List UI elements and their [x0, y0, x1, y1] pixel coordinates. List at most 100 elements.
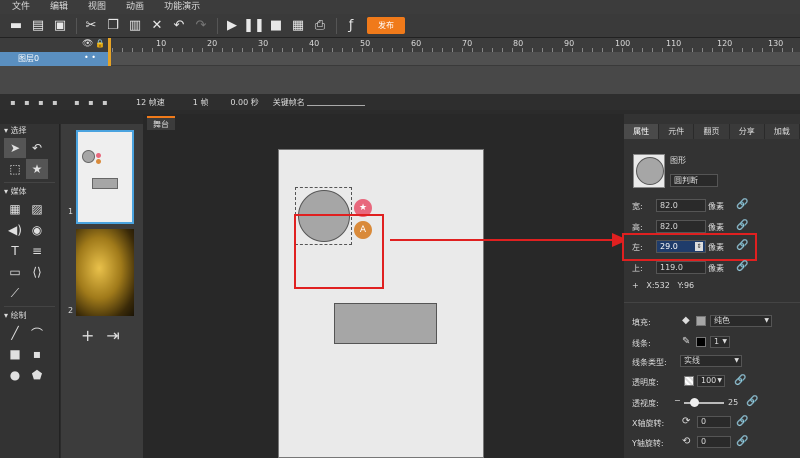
rect-tool-icon[interactable]: ■ [4, 344, 26, 364]
video-icon[interactable]: ◉ [26, 220, 48, 240]
paste-icon[interactable]: ▥ [125, 16, 145, 36]
audio-icon[interactable]: ◀) [4, 220, 26, 240]
stage-canvas[interactable]: ★ A [278, 149, 484, 458]
tab-properties[interactable]: 属性 [624, 124, 660, 139]
cut-icon[interactable]: ✂ [81, 16, 101, 36]
tab-symbols[interactable]: 元件 [659, 124, 695, 139]
pointer-tool-icon[interactable]: ➤ [4, 138, 26, 158]
tab-page-turn[interactable]: 翻页 [694, 124, 730, 139]
add-page-icon[interactable]: + [81, 326, 94, 345]
insert-frame-icon[interactable]: ▪ [70, 98, 84, 107]
delete-icon[interactable]: ✕ [147, 16, 167, 36]
preview-icon[interactable]: ▦ [288, 16, 308, 36]
menu-edit[interactable]: 编辑 [38, 0, 76, 14]
save-icon[interactable]: ▣ [50, 16, 70, 36]
frames-strip[interactable] [111, 52, 800, 66]
stroke-color-swatch[interactable] [696, 337, 706, 347]
clear-frame-icon[interactable]: ▪ [98, 98, 112, 107]
fill-type-select[interactable]: 纯色 ▼ [710, 315, 772, 327]
insert-keyframe-icon[interactable]: ▪ [84, 98, 98, 107]
page-thumbnail-2[interactable] [76, 229, 134, 316]
publish-button[interactable]: 发布 [367, 17, 405, 34]
layer-visibility-icon[interactable]: • • [84, 53, 96, 62]
width-input[interactable]: 82.0 [656, 199, 706, 212]
new-folder-icon[interactable]: ▪ [20, 98, 34, 107]
tab-stage[interactable]: 舞台 [147, 116, 175, 130]
circle-tool-icon[interactable]: ● [4, 365, 26, 385]
eye-icon[interactable]: 👁 [82, 39, 93, 49]
stroke-type-select[interactable]: 实线 ▼ [680, 355, 742, 367]
lock-icon[interactable]: 🔒 [95, 39, 105, 48]
shape-name-input[interactable]: 圆判断 [670, 174, 718, 187]
tab-loading[interactable]: 加载 [764, 124, 800, 139]
tools-media-header[interactable]: ▾ 媒体 [0, 185, 59, 199]
new-file-icon[interactable]: ▬ [6, 16, 26, 36]
image-icon[interactable]: ▨ [26, 199, 48, 219]
menu-animation[interactable]: 动画 [114, 0, 152, 14]
tools-select-header[interactable]: ▾ 选择 [0, 124, 59, 138]
star-tool-icon[interactable]: ★ [26, 159, 48, 179]
pentagon-tool-icon[interactable]: ⬟ [26, 365, 48, 385]
delete-layer-icon[interactable]: ▪ [48, 98, 62, 107]
arc-tool-icon[interactable]: ⌒ [26, 323, 48, 343]
menu-demo[interactable]: 功能演示 [152, 0, 208, 14]
rectangle-shape[interactable] [334, 303, 437, 344]
text-icon[interactable]: T [4, 241, 26, 261]
keyframe-name-input[interactable] [306, 98, 365, 106]
top-unit: 像素 [708, 264, 724, 273]
minus-icon[interactable]: − [674, 396, 681, 405]
link-icon[interactable]: 🔗 [736, 416, 748, 427]
stop-icon[interactable]: ■ [266, 16, 286, 36]
tab-share[interactable]: 分享 [729, 124, 765, 139]
fill-color-swatch[interactable] [696, 316, 706, 326]
redo-icon[interactable]: ↷ [191, 16, 211, 36]
flash-icon[interactable]: ƒ [341, 16, 361, 36]
tools-draw-header[interactable]: ▾ 绘制 [0, 309, 59, 323]
link-icon[interactable]: 🔗 [736, 261, 748, 272]
blur-slider-handle[interactable] [690, 398, 699, 407]
playhead[interactable] [108, 38, 111, 66]
link-icon[interactable]: 🔗 [736, 220, 748, 231]
open-file-icon[interactable]: ▤ [28, 16, 48, 36]
time-label: 0.00 秒 [230, 97, 259, 107]
timeline: 👁 🔒 10 20 30 40 50 60 70 80 90 100 110 120 130 图层0 •… [0, 38, 800, 94]
pause-icon[interactable]: ❚❚ [243, 16, 265, 36]
copy-layer-icon[interactable]: ▪ [34, 98, 48, 107]
page-thumbnail-1[interactable] [76, 130, 134, 224]
layer-row[interactable]: 图层0 • • [0, 52, 108, 66]
bezier-tool-icon[interactable]: ↶ [26, 138, 48, 158]
link-icon[interactable]: 🔗 [736, 436, 748, 447]
grid-icon[interactable]: ▦ [4, 199, 26, 219]
transform-tool-icon[interactable]: ⬚ [4, 159, 26, 179]
rounded-rect-tool-icon[interactable]: ▪ [26, 344, 48, 364]
paragraph-icon[interactable]: ≡ [26, 241, 48, 261]
ruler-number: 70 [462, 39, 473, 48]
timeline-ruler[interactable]: 👁 🔒 10 20 30 40 50 60 70 80 90 100 110 120 130 [0, 38, 800, 52]
y-rotation-input[interactable]: 0 [697, 436, 731, 448]
play-icon[interactable]: ▶ [222, 16, 242, 36]
stroke-width-select[interactable]: 1 ▼ [710, 336, 730, 348]
opacity-select[interactable]: 100 ▼ [697, 375, 725, 387]
copy-icon[interactable]: ❐ [103, 16, 123, 36]
menu-view[interactable]: 视图 [76, 0, 114, 14]
new-layer-icon[interactable]: ▪ [6, 98, 20, 107]
height-label: 高: [632, 223, 643, 232]
pen-icon[interactable]: ✎ [682, 336, 690, 347]
height-input[interactable]: 82.0 [656, 220, 706, 233]
link-icon[interactable]: 🔗 [734, 375, 746, 386]
code-icon[interactable]: ⟨⟩ [26, 262, 48, 282]
export-icon[interactable]: ⎙ [310, 16, 330, 36]
menu-file[interactable]: 文件 [0, 0, 38, 14]
line-tool-icon[interactable]: ╱ [4, 323, 26, 343]
undo-icon[interactable]: ↶ [169, 16, 189, 36]
link-icon[interactable]: 🔗 [746, 396, 758, 407]
chart-icon[interactable]: ⟋ [4, 283, 26, 303]
top-input[interactable]: 119.0 [656, 261, 706, 274]
stroke-row: 线条: ✎ 1 ▼ [624, 336, 800, 350]
web-icon[interactable]: ▭ [4, 262, 26, 282]
x-rotation-input[interactable]: 0 [697, 416, 731, 428]
paint-bucket-icon[interactable]: ◆ [682, 315, 690, 326]
link-icon[interactable]: 🔗 [736, 199, 748, 210]
opacity-row: 透明度: 100 ▼ 🔗 [624, 375, 800, 389]
import-page-icon[interactable]: ⇥ [106, 326, 119, 345]
